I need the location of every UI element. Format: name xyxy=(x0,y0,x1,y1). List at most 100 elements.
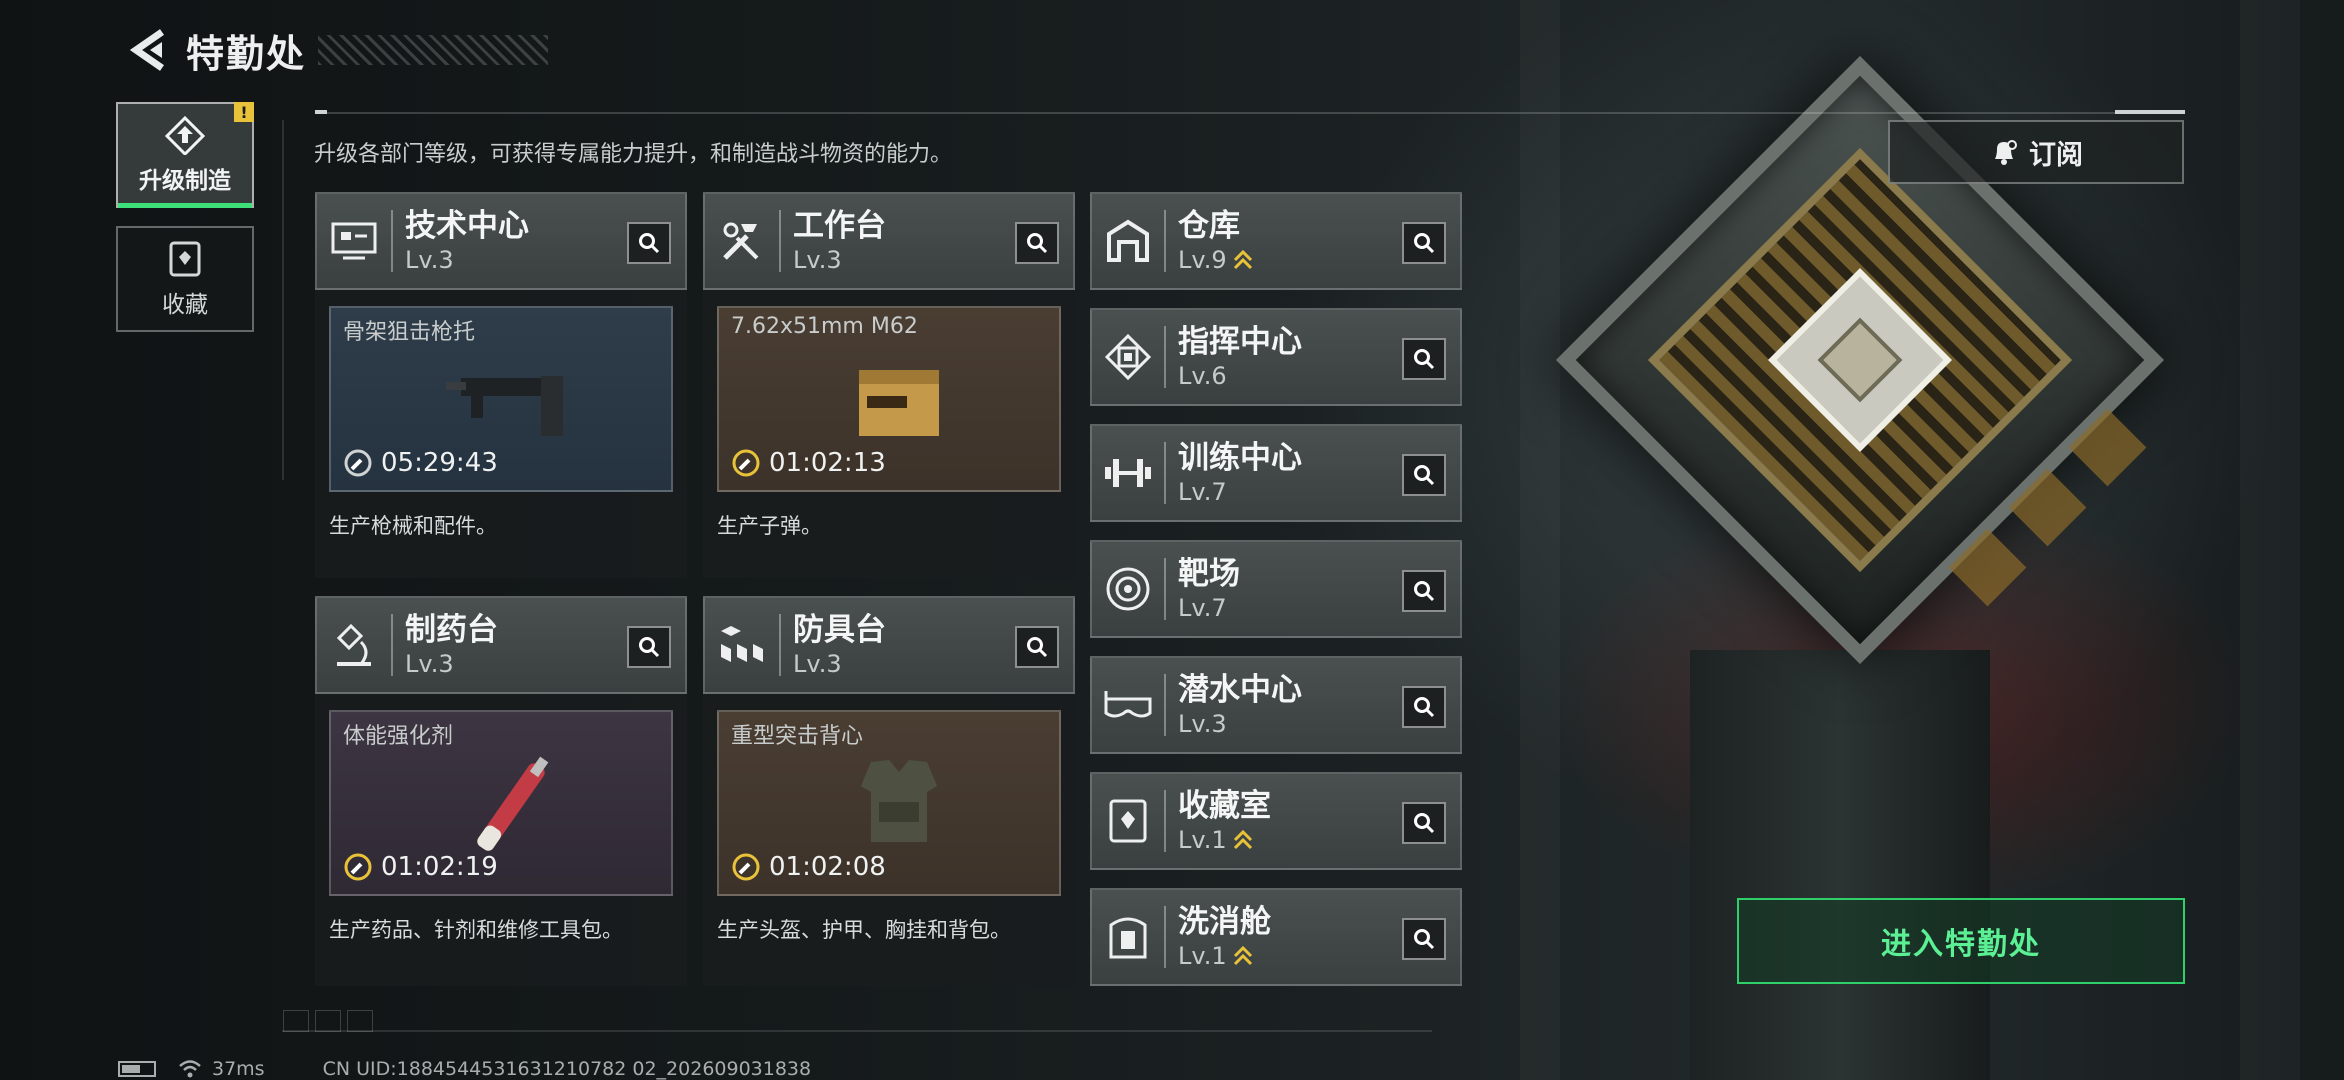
facility-name: 收藏室 xyxy=(1178,788,1271,824)
product-name: 体能强化剂 xyxy=(343,724,454,749)
station-name: 技术中心 xyxy=(405,208,529,244)
stim-injector-image xyxy=(477,756,549,851)
ammo-box-image xyxy=(859,370,939,436)
production-timer: 05:29:43 xyxy=(381,448,498,478)
tech-center-icon xyxy=(331,222,377,260)
search-button[interactable] xyxy=(1402,338,1446,380)
facility-name: 指挥中心 xyxy=(1178,324,1302,360)
title-decoration xyxy=(318,35,549,65)
rifle-stock-image xyxy=(446,376,563,436)
enter-special-ops-button[interactable]: 进入特勤处 xyxy=(1737,898,2185,984)
station-card-pharmacy: 制药台 Lv.3 体能强化剂 01:02:19 生产药品、针剂和维修工具包。 xyxy=(315,596,687,986)
facility-name: 潜水中心 xyxy=(1178,672,1302,708)
back-button[interactable] xyxy=(118,22,178,78)
facility-name: 靶场 xyxy=(1178,556,1240,592)
shooting-range-icon xyxy=(1106,567,1150,611)
search-icon xyxy=(639,233,660,254)
armor-bench-icon xyxy=(721,626,763,662)
production-slot[interactable]: 体能强化剂 01:02:19 xyxy=(329,710,673,896)
search-icon xyxy=(1414,581,1435,602)
search-button[interactable] xyxy=(1402,222,1446,264)
station-level: Lv.3 xyxy=(405,650,454,678)
station-description: 生产药品、针剂和维修工具包。 xyxy=(329,918,623,942)
facility-level: Lv.1 xyxy=(1178,942,1227,970)
decon-chamber-icon xyxy=(1109,917,1147,959)
station-description: 生产头盔、护甲、胸挂和背包。 xyxy=(717,918,1011,942)
search-icon xyxy=(1414,697,1435,718)
alert-badge: ! xyxy=(234,102,254,122)
user-uid: CN UID:1884544531631210782 02_2026090318… xyxy=(322,1058,812,1080)
search-button[interactable] xyxy=(1015,626,1059,668)
facility-training-center[interactable]: 训练中心 Lv.7 xyxy=(1090,424,1462,522)
tactical-vest-image xyxy=(861,760,937,842)
facility-level: Lv.9 xyxy=(1178,246,1227,274)
search-button[interactable] xyxy=(627,626,671,668)
station-description: 生产子弹。 xyxy=(717,514,822,538)
product-name: 骨架狙击枪托 xyxy=(343,320,476,345)
search-button[interactable] xyxy=(1402,802,1446,844)
product-name: 重型突击背心 xyxy=(731,724,864,749)
search-button[interactable] xyxy=(1402,454,1446,496)
station-name: 防具台 xyxy=(793,612,886,648)
facility-name: 仓库 xyxy=(1178,208,1240,244)
search-icon xyxy=(1027,637,1048,658)
page-subtitle: 升级各部门等级，可获得专属能力提升，和制造战斗物资的能力。 xyxy=(314,142,953,167)
facility-shooting-range[interactable]: 靶场 Lv.7 xyxy=(1090,540,1462,638)
search-icon xyxy=(639,637,660,658)
nav-label: 收藏 xyxy=(162,292,208,318)
station-name: 工作台 xyxy=(793,208,886,244)
timer-icon xyxy=(732,449,760,477)
search-icon xyxy=(1414,349,1435,370)
facility-level: Lv.1 xyxy=(1178,826,1227,854)
facility-diving-center[interactable]: 潜水中心 Lv.3 xyxy=(1090,656,1462,754)
production-slot[interactable]: 7.62x51mm M62 01:02:13 xyxy=(717,306,1061,492)
bell-icon xyxy=(1995,140,2017,165)
timer-icon xyxy=(344,853,372,881)
facility-command-center[interactable]: 指挥中心 Lv.6 xyxy=(1090,308,1462,406)
station-level: Lv.3 xyxy=(793,246,842,274)
back-arrow-icon xyxy=(129,29,164,71)
search-button[interactable] xyxy=(1015,222,1059,264)
facility-warehouse[interactable]: 仓库 Lv.9 xyxy=(1090,192,1462,290)
facility-level: Lv.6 xyxy=(1178,362,1227,390)
subscribe-button[interactable]: 订阅 xyxy=(1888,120,2184,184)
facility-name: 洗消舱 xyxy=(1178,904,1271,940)
production-slot[interactable]: 重型突击背心 01:02:08 xyxy=(717,710,1061,896)
nav-upgrade-craft[interactable]: ! 升级制造 xyxy=(116,102,254,208)
search-icon xyxy=(1414,813,1435,834)
upgrade-available-icon xyxy=(1233,249,1252,270)
facility-decon-chamber[interactable]: 洗消舱 Lv.1 xyxy=(1090,888,1462,986)
station-level: Lv.3 xyxy=(793,650,842,678)
station-card-tech-center: 技术中心 Lv.3 骨架狙击枪托 05:29:43 生产枪械和配件。 xyxy=(315,192,687,578)
battery-icon xyxy=(118,1061,156,1077)
facility-collection-room[interactable]: 收藏室 Lv.1 xyxy=(1090,772,1462,870)
search-button[interactable] xyxy=(1402,918,1446,960)
decoration xyxy=(283,1010,373,1032)
production-slot[interactable]: 骨架狙击枪托 05:29:43 xyxy=(329,306,673,492)
collection-room-icon xyxy=(1109,799,1147,843)
production-timer: 01:02:13 xyxy=(769,448,886,478)
facility-level: Lv.3 xyxy=(1178,710,1227,738)
enter-label: 进入特勤处 xyxy=(1881,927,2041,962)
diving-mask-icon xyxy=(1104,691,1152,718)
search-button[interactable] xyxy=(1402,570,1446,612)
station-header[interactable]: 技术中心 Lv.3 xyxy=(315,192,687,290)
header: 特勤处 xyxy=(118,22,549,78)
ping-value: 37ms xyxy=(212,1058,265,1080)
station-description: 生产枪械和配件。 xyxy=(329,514,497,538)
divider xyxy=(315,112,2185,114)
page-title: 特勤处 xyxy=(186,31,307,76)
upgrade-available-icon xyxy=(1233,945,1252,966)
station-header[interactable]: 工作台 Lv.3 xyxy=(703,192,1075,290)
search-button[interactable] xyxy=(627,222,671,264)
search-button[interactable] xyxy=(1402,686,1446,728)
nav-collection[interactable]: 收藏 xyxy=(116,226,254,332)
search-icon xyxy=(1027,233,1048,254)
station-header[interactable]: 防具台 Lv.3 xyxy=(703,596,1075,694)
production-timer: 01:02:08 xyxy=(769,852,886,882)
station-header[interactable]: 制药台 Lv.3 xyxy=(315,596,687,694)
warehouse-icon xyxy=(1107,219,1149,262)
station-level: Lv.3 xyxy=(405,246,454,274)
search-icon xyxy=(1414,465,1435,486)
wifi-icon xyxy=(179,1060,201,1078)
